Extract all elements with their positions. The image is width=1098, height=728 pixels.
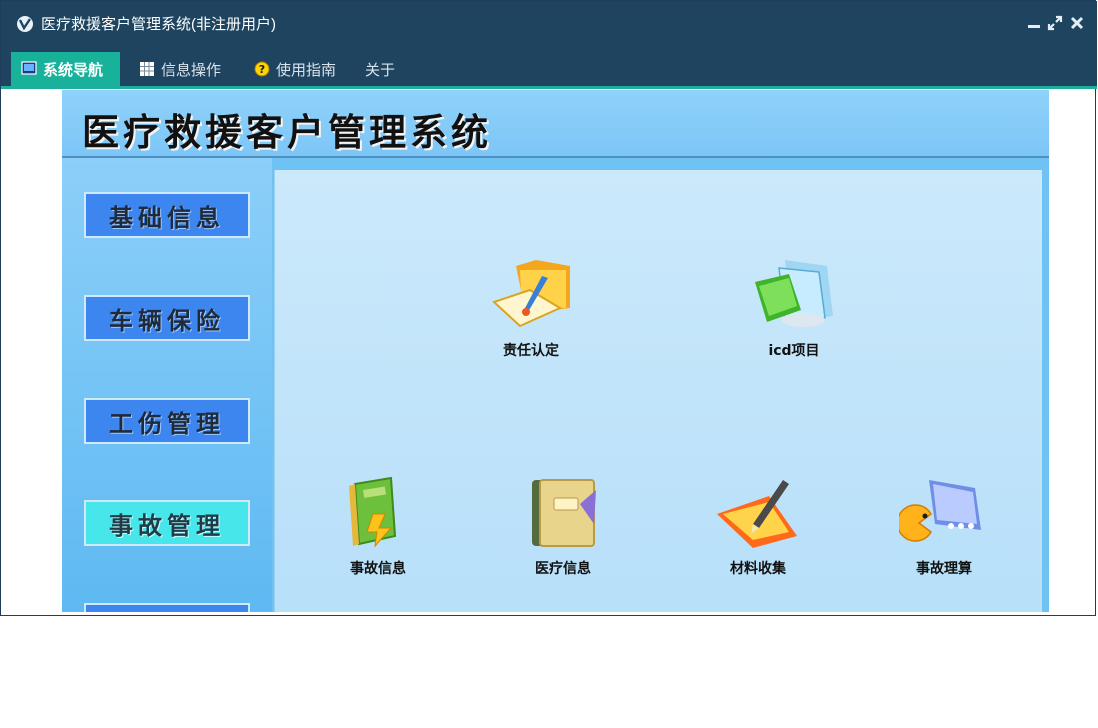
menu-bar: 系统导航 信息操作 ? 使用指南 关于: [1, 47, 1097, 89]
pen-paper-icon: [717, 480, 797, 548]
sidebar-item-label: 工伤管理: [109, 408, 225, 438]
tile-label: 事故理算: [916, 561, 972, 577]
sidebar-item-work-injury[interactable]: 工伤管理: [84, 398, 250, 444]
calculator-icon: [899, 480, 981, 542]
menu-label: 信息操作: [161, 61, 222, 79]
book-icon: [349, 476, 397, 548]
tile-label: icd项目: [768, 343, 820, 359]
menu-label: 系统导航: [43, 61, 104, 79]
function-panel: 责任认定 icd项目 事故信息 医疗信息 材料收集 事故理算: [274, 170, 1042, 612]
tile-icd[interactable]: icd项目: [734, 256, 854, 360]
sidebar-item-vehicle-insurance[interactable]: 车辆保险: [84, 295, 250, 341]
sidebar-item-basic-info[interactable]: 基础信息: [84, 192, 250, 238]
menu-system-navigation[interactable]: 系统导航: [11, 52, 120, 86]
banner: 医疗救援客户管理系统: [62, 90, 1049, 158]
tile-label: 材料收集: [730, 561, 786, 577]
close-icon[interactable]: [1069, 15, 1085, 31]
restore-icon[interactable]: [1047, 15, 1063, 31]
tile-label: 医疗信息: [535, 561, 591, 577]
main-content: 医疗救援客户管理系统 基础信息 车辆保险 工伤管理 事故管理 责任认定 icd项…: [62, 90, 1049, 612]
sidebar-item-label: 车辆保险: [109, 305, 225, 335]
sidebar-item-accident-management[interactable]: 事故管理: [84, 500, 250, 546]
folder-document-icon: [492, 260, 570, 328]
tile-material-collection[interactable]: 材料收集: [698, 474, 818, 578]
tile-liability[interactable]: 责任认定: [471, 256, 591, 360]
window-title: 医疗救援客户管理系统(非注册用户): [41, 16, 276, 33]
menu-label: 使用指南: [276, 61, 337, 79]
tile-label: 事故信息: [350, 561, 406, 577]
sidebar-item-more[interactable]: [84, 603, 250, 612]
help-icon: ?: [254, 61, 270, 77]
banner-title: 医疗救援客户管理系统: [82, 110, 492, 154]
sidebar-item-label: 基础信息: [109, 202, 225, 232]
menu-label: 关于: [365, 61, 396, 79]
grid-icon: [140, 62, 154, 76]
folders-icon: [755, 260, 833, 327]
tile-medical-info[interactable]: 医疗信息: [503, 474, 623, 578]
menu-user-guide[interactable]: ? 使用指南: [244, 52, 346, 86]
monitor-icon: [21, 61, 37, 75]
menu-about[interactable]: 关于: [355, 52, 405, 86]
menu-info-operations[interactable]: 信息操作: [129, 52, 231, 86]
app-logo-icon: [17, 16, 33, 32]
tile-accident-settlement[interactable]: 事故理算: [884, 474, 1004, 578]
sidebar: 基础信息 车辆保险 工伤管理 事故管理: [62, 158, 272, 612]
notebook-icon: [532, 479, 596, 547]
title-bar: 医疗救援客户管理系统(非注册用户): [1, 1, 1097, 47]
svg-text:?: ?: [259, 63, 265, 76]
minimize-icon[interactable]: [1026, 15, 1042, 31]
tile-label: 责任认定: [503, 343, 559, 359]
sidebar-item-label: 事故管理: [109, 510, 225, 540]
app-window: 医疗救援客户管理系统(非注册用户) 系统导航 信息操作 ? 使用指南 关于 医疗…: [0, 0, 1097, 616]
tile-accident-info[interactable]: 事故信息: [318, 474, 438, 578]
